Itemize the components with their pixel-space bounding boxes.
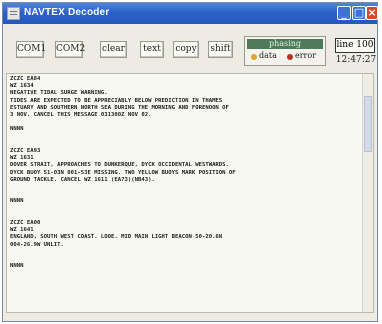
- data-led-icon: [251, 54, 257, 60]
- close-button[interactable]: ×: [366, 6, 378, 20]
- window-title: NAVTEX Decoder: [24, 7, 110, 18]
- com2-button[interactable]: COM2: [55, 41, 85, 58]
- copy-button[interactable]: copy: [173, 41, 199, 58]
- com1-button[interactable]: COM1: [16, 41, 46, 58]
- clock-display: 12:47:27: [335, 55, 377, 65]
- data-label: data: [259, 51, 277, 60]
- status-panel: phasing data error: [244, 36, 326, 66]
- maximize-button[interactable]: □: [352, 6, 366, 20]
- title-bar[interactable]: NAVTEX Decoder _ □ ×: [3, 3, 378, 24]
- scrollbar-thumb[interactable]: [364, 96, 372, 152]
- vertical-scrollbar[interactable]: [362, 74, 373, 312]
- toolbar: COM1 COM2 clear text copy shift phasing …: [3, 24, 377, 73]
- line-count-button[interactable]: line 100: [335, 38, 375, 53]
- navtex-window: NAVTEX Decoder _ □ × COM1 COM2 clear tex…: [2, 2, 378, 322]
- error-led-icon: [287, 54, 293, 60]
- decoded-messages: ZCZC EA84 WZ 1634 NEGATIVE TIDAL SURGE W…: [10, 76, 236, 270]
- app-icon: [7, 7, 20, 20]
- text-button[interactable]: text: [140, 41, 164, 58]
- clear-button[interactable]: clear: [100, 41, 127, 58]
- minimize-button[interactable]: _: [337, 6, 351, 20]
- error-label: error: [295, 51, 317, 60]
- message-text-area[interactable]: ZCZC EA84 WZ 1634 NEGATIVE TIDAL SURGE W…: [6, 73, 374, 313]
- shift-button[interactable]: shift: [208, 41, 233, 58]
- phasing-indicator: phasing: [247, 39, 323, 49]
